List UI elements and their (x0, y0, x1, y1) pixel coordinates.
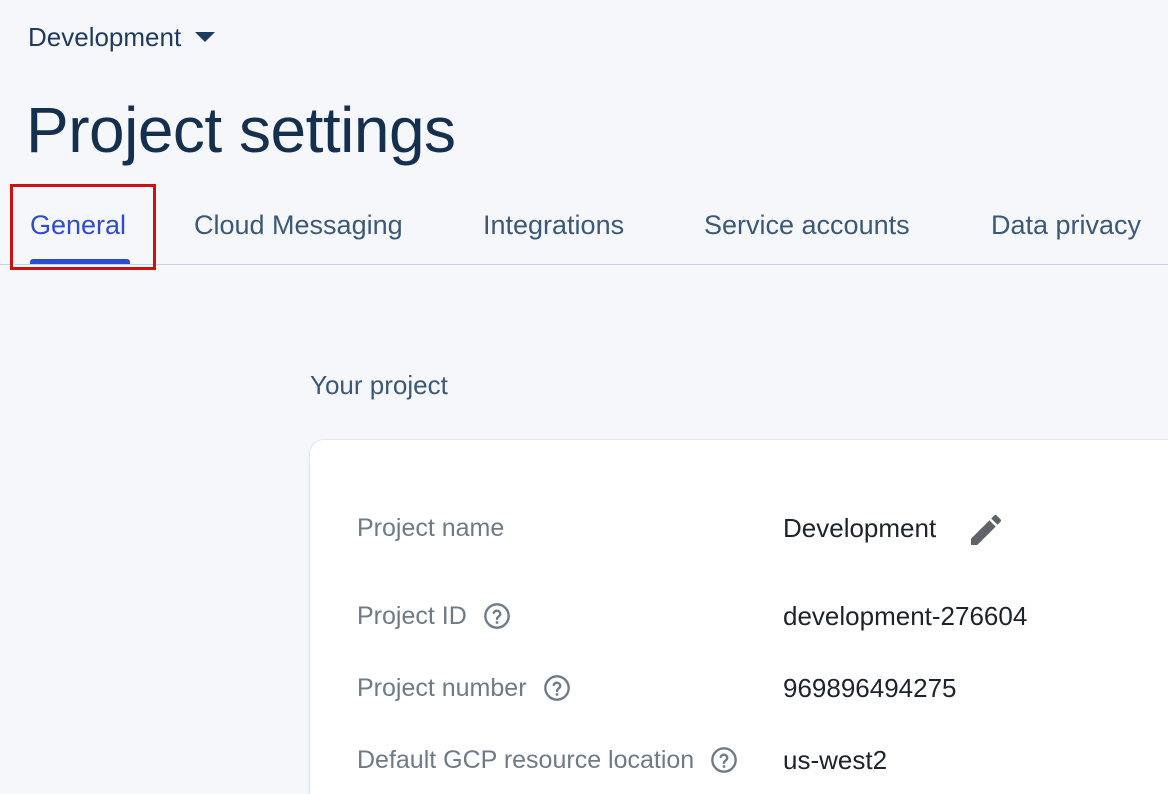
project-name-label: Project name (357, 511, 504, 545)
page-title: Project settings (26, 94, 456, 166)
project-switcher[interactable]: Development (28, 18, 216, 56)
field-label: Project ID (357, 602, 467, 630)
tab-cloud-messaging[interactable]: Cloud Messaging (194, 206, 403, 244)
gcp-location-label: Default GCP resource location (357, 743, 738, 777)
tab-data-privacy[interactable]: Data privacy (991, 206, 1141, 244)
project-switcher-label: Development (28, 22, 182, 52)
tab-highlight-box (10, 184, 156, 270)
pencil-icon[interactable] (966, 510, 1006, 550)
project-name-value: Development (783, 513, 937, 543)
project-number-value: 969896494275 (783, 673, 957, 703)
tab-service-accounts[interactable]: Service accounts (704, 206, 910, 244)
project-settings-page: Development Project settings General Clo… (0, 0, 1168, 794)
field-label: Project name (357, 514, 505, 542)
gcp-location-value: us-west2 (783, 745, 888, 775)
project-id-value: development-276604 (783, 601, 1028, 631)
tab-integrations[interactable]: Integrations (483, 206, 624, 244)
field-label: Default GCP resource location (357, 746, 695, 774)
field-label: Project number (357, 674, 527, 702)
help-circle-icon[interactable] (710, 746, 738, 774)
settings-tab-bar: General Cloud Messaging Integrations Ser… (0, 186, 1168, 265)
project-id-label: Project ID (357, 599, 511, 633)
help-circle-icon[interactable] (483, 602, 511, 630)
caret-down-icon (195, 32, 216, 42)
project-number-label: Project number (357, 671, 571, 705)
section-heading: Your project (310, 370, 448, 400)
help-circle-icon[interactable] (543, 674, 571, 702)
